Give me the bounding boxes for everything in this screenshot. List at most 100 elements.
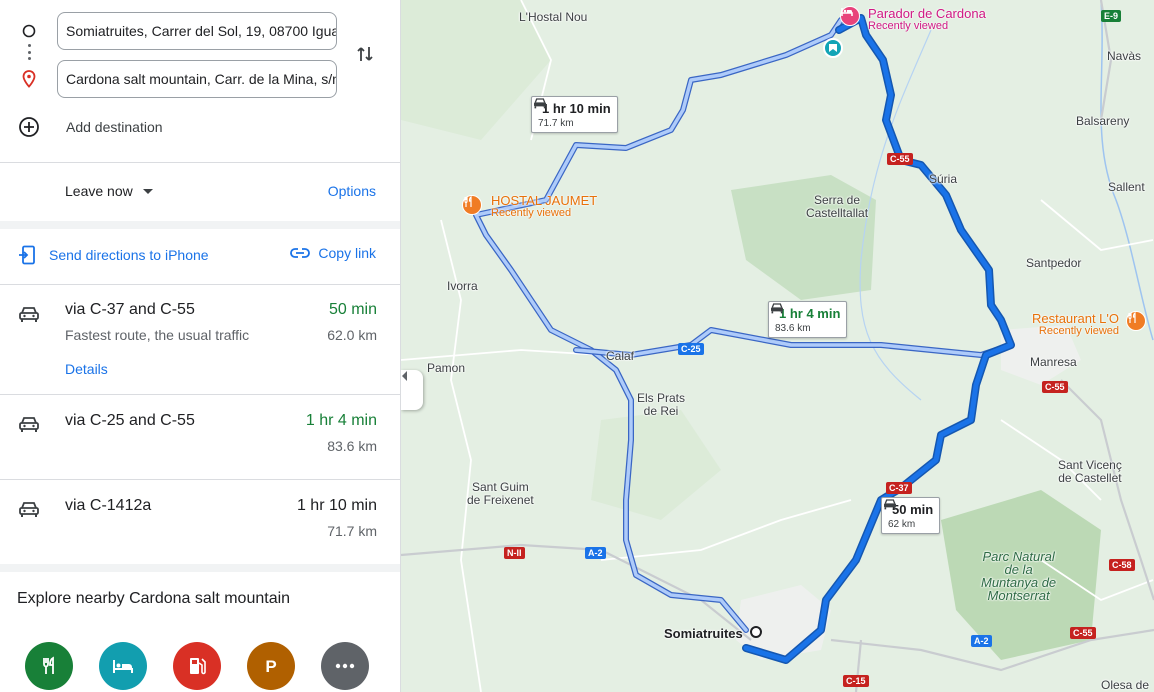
origin-input[interactable]: Somiatruites, Carrer del Sol, 19, 08700 … [57,12,337,50]
place-label: Pamon [427,361,466,375]
place-label: Els Prats de Rei [637,391,686,418]
hostal-jaumet-label: HOSTAL JAUMET Recently viewed [491,193,598,219]
route-option-1[interactable]: via C-37 and C-55 50 min Fastest route, … [0,285,400,394]
terrain-area [591,410,721,520]
caret-down-icon [142,188,153,194]
route-option-3[interactable]: via C-1412a 1 hr 10 min 71.7 km [0,480,400,564]
send-to-phone-button[interactable]: Send directions to iPhone [18,245,209,265]
leave-now-label: Leave now [65,183,133,199]
route-option-2[interactable]: via C-25 and C-55 1 hr 4 min 83.6 km [0,395,400,479]
car-icon [884,499,896,510]
restaurant-icon [43,656,54,674]
section-divider [0,564,400,572]
map-canvas[interactable]: L'Hostal Nou Navàs Balsareny Sallent Súr… [401,0,1154,692]
place-label: Sant Guim de Freixenet [467,480,534,507]
send-to-phone-icon [19,245,35,265]
route-description: Fastest route, the usual traffic [65,327,250,343]
restaurant-lo-poi[interactable] [1126,311,1146,331]
divider [0,162,400,163]
parking-button[interactable]: P [247,642,295,690]
hotel-icon [841,8,853,16]
hotel-icon [113,660,133,673]
route-tag-c25[interactable]: 1 hr 4 min 83.6 km [768,301,848,338]
place-label: Somiatruites [664,626,743,641]
route-time: 50 min [328,301,377,318]
route-distance: 62.0 km [327,327,377,343]
directions-panel: Somiatruites, Carrer del Sol, 19, 08700 … [0,0,401,692]
place-label: Serra de Castelltallat [806,193,869,220]
place-label: Santpedor [1026,256,1082,270]
car-icon [19,307,39,322]
road-shield: A-2 [971,635,992,647]
car-icon [771,303,783,314]
route-tag-distance: 83.6 km [775,323,811,334]
road-shield: N-II [504,547,525,559]
route-tag-distance: 71.7 km [538,118,574,129]
place-label: Manresa [1030,355,1077,369]
destination-input[interactable]: Cardona salt mountain, Carr. de la Mina,… [57,60,337,98]
place-label: Ivorra [447,279,478,293]
place-label: Sant Vicenç de Castellet [1058,458,1122,485]
hotels-button[interactable] [99,642,147,690]
place-label: Calaf [606,349,635,363]
parador-poi[interactable] [840,6,860,26]
copy-link-button[interactable]: Copy link [290,245,376,261]
road-shield: C-15 [843,675,869,687]
more-categories-button[interactable] [321,642,369,690]
add-circle-icon [19,117,39,137]
add-destination-button[interactable]: Add destination [18,115,163,139]
route-dots-icon [27,44,31,60]
link-icon [290,248,311,258]
parking-icon: P [265,657,276,676]
route-tag-c1412a[interactable]: 1 hr 10 min 71.7 km [531,96,618,133]
route-distance: 83.6 km [327,438,377,454]
swap-waypoints-button[interactable] [353,42,377,66]
road-shield: C-55 [887,153,913,165]
options-button[interactable]: Options [328,183,376,199]
gas-stations-button[interactable] [173,642,221,690]
route-via-label: via C-1412a [65,497,152,514]
road-shield: C-55 [1070,627,1096,639]
route-via-label: via C-37 and C-55 [65,301,195,318]
place-label: Súria [929,172,958,186]
route-distance: 71.7 km [327,523,377,539]
road-shield: C-58 [1109,559,1135,571]
place-label: Balsareny [1076,114,1130,128]
svg-text:P: P [265,657,276,676]
copy-link-label: Copy link [318,245,376,261]
car-icon [19,417,39,432]
send-to-phone-label: Send directions to iPhone [49,247,209,263]
chevron-left-icon [402,371,407,381]
leave-now-dropdown[interactable]: Leave now [65,183,153,199]
route-tag-time: 50 min [892,502,934,518]
hostal-jaumet-poi[interactable] [462,195,482,215]
route-time: 1 hr 10 min [296,497,377,514]
place-label: Olesa de [1101,678,1150,692]
explore-nearby-title: Explore nearby Cardona salt mountain [17,590,291,607]
restaurants-button[interactable] [25,642,73,690]
gas-station-icon [190,658,206,675]
restaurant-lo-label: Restaurant L'O Recently viewed [1031,311,1119,337]
route-tag-distance: 62 km [888,519,916,530]
parador-label: Parador de Cardona Recently viewed [868,6,986,32]
section-divider [0,221,400,229]
more-icon [335,663,355,669]
road-shield: C-55 [1042,381,1068,393]
place-label: L'Hostal Nou [519,10,588,24]
route-details-link[interactable]: Details [65,361,108,377]
destination-pin-icon [20,70,38,88]
route-tag-time: 1 hr 10 min [542,101,611,117]
place-label: Sallent [1108,180,1145,194]
route-tag-c37[interactable]: 50 min 62 km [881,497,941,534]
place-label: Navàs [1107,49,1142,63]
park-label: Parc Natural de la Muntanya de Montserrat [981,549,1057,603]
road-shield: A-2 [585,547,606,559]
restaurant-icon [1128,312,1136,323]
car-icon [534,98,546,109]
route-time: 1 hr 4 min [305,412,377,429]
road-shield: C-25 [678,343,704,355]
collapse-panel-button[interactable] [401,370,423,410]
restaurant-icon [464,196,472,207]
route-tag-time: 1 hr 4 min [779,306,841,322]
road-shield: C-37 [886,482,912,494]
